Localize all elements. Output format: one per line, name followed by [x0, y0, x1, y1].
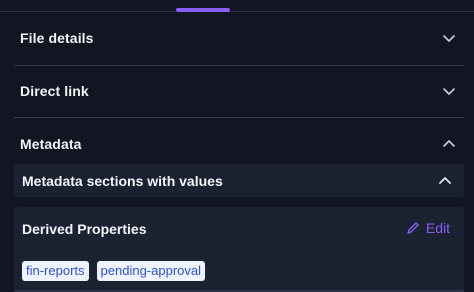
- pencil-icon: [406, 221, 420, 235]
- tag-chip[interactable]: fin-reports: [22, 261, 89, 281]
- derived-properties-card: Derived Properties Edit fin-reports pend…: [14, 207, 464, 292]
- section-metadata[interactable]: Metadata: [20, 118, 464, 170]
- section-file-details[interactable]: File details: [20, 12, 464, 64]
- subsection-label: Metadata sections with values: [22, 172, 223, 189]
- metadata-subsection-header[interactable]: Metadata sections with values: [14, 164, 464, 197]
- chevron-up-icon[interactable]: [442, 137, 456, 151]
- edit-label: Edit: [425, 220, 450, 236]
- chevron-up-icon[interactable]: [438, 174, 452, 188]
- section-direct-link[interactable]: Direct link: [20, 65, 464, 117]
- edit-button[interactable]: Edit: [406, 220, 450, 236]
- tag-list: fin-reports pending-approval: [22, 261, 205, 281]
- card-title: Derived Properties: [22, 221, 147, 237]
- tag-chip[interactable]: pending-approval: [96, 261, 205, 281]
- section-label: Metadata: [20, 136, 82, 152]
- section-label: File details: [20, 30, 94, 46]
- chevron-down-icon[interactable]: [442, 84, 456, 98]
- section-label: Direct link: [20, 83, 89, 99]
- chevron-down-icon[interactable]: [442, 31, 456, 45]
